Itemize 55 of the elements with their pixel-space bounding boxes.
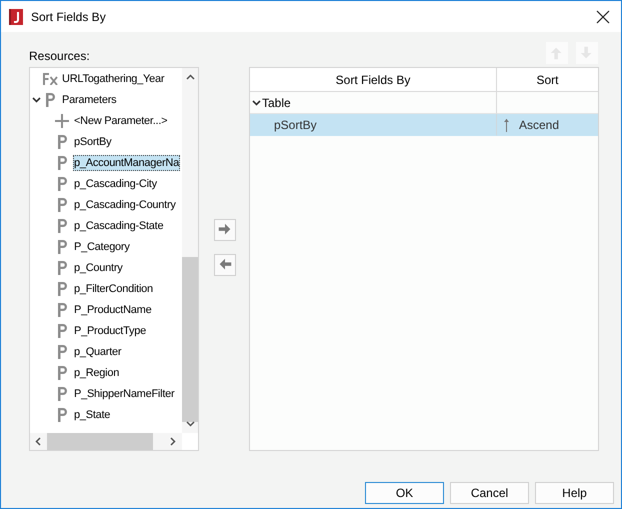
- tree-item[interactable]: p_AccountManagerNa: [73, 154, 180, 170]
- tree-item[interactable]: p_FilterCondition: [73, 280, 154, 296]
- tree-item[interactable]: P_Category: [73, 238, 131, 254]
- tree-item[interactable]: p_Region: [73, 364, 120, 380]
- add-field-button[interactable]: [214, 219, 236, 241]
- scrollbar-thumb[interactable]: [47, 433, 153, 450]
- resources-label: Resources:: [29, 49, 91, 63]
- dialog-button[interactable]: OK: [365, 482, 444, 504]
- tree-item[interactable]: P_ShipperNameFilter: [73, 386, 176, 402]
- arrow-up-icon: [503, 118, 510, 132]
- parameter-icon: [57, 408, 67, 422]
- tree-item[interactable]: P_ProductType: [73, 322, 147, 338]
- parameter-icon: [57, 302, 67, 316]
- scroll-down-icon[interactable]: [186, 421, 194, 427]
- tree-item[interactable]: p_Cascading-City: [73, 176, 158, 192]
- remove-field-button[interactable]: [214, 254, 236, 276]
- scroll-up-icon[interactable]: [186, 74, 194, 80]
- function-icon: [42, 72, 58, 84]
- parameter-icon: [57, 240, 67, 254]
- scroll-left-icon[interactable]: [35, 437, 41, 446]
- parameter-icon: [57, 260, 67, 274]
- parameter-icon: [57, 386, 67, 400]
- group-label: Table: [262, 96, 291, 110]
- chevron-down-icon[interactable]: [32, 96, 40, 102]
- tree-item[interactable]: p_State: [73, 406, 112, 422]
- tree-item[interactable]: p_Country: [73, 260, 124, 276]
- parameter-icon: [57, 218, 67, 232]
- tree-item[interactable]: pSortBy: [73, 134, 112, 150]
- tree-item[interactable]: p_Cascading-State: [73, 218, 164, 234]
- field-name: pSortBy: [274, 118, 317, 132]
- parameter-icon: [57, 282, 67, 296]
- parameter-icon: [57, 344, 67, 358]
- tree-item[interactable]: URLTogathering_Year: [61, 70, 166, 86]
- tree-item[interactable]: <New Parameter...>: [73, 112, 168, 128]
- parameter-icon: [57, 324, 67, 338]
- parameter-icon: [57, 156, 67, 170]
- close-icon[interactable]: [596, 10, 610, 24]
- parameter-icon: [57, 198, 67, 212]
- tree-item[interactable]: Parameters: [61, 92, 118, 108]
- parameter-icon: [57, 366, 67, 380]
- column-header[interactable]: Sort Fields By: [250, 68, 497, 92]
- app-logo-icon: [9, 8, 23, 24]
- parameter-icon: [45, 92, 55, 106]
- tree-item[interactable]: p_Quarter: [73, 344, 122, 360]
- dialog-button[interactable]: Cancel: [450, 482, 529, 504]
- parameter-icon: [57, 176, 67, 190]
- chevron-down-icon[interactable]: [252, 100, 261, 106]
- window-title: Sort Fields By: [31, 10, 107, 24]
- plus-icon: [55, 114, 69, 128]
- scrollbar-thumb[interactable]: [182, 257, 198, 422]
- scroll-right-icon[interactable]: [170, 437, 176, 446]
- dialog-button[interactable]: Help: [535, 482, 614, 504]
- tree-item[interactable]: P_ProductName: [73, 302, 152, 318]
- tree-item[interactable]: p_Cascading-Country: [73, 196, 177, 212]
- parameter-icon: [57, 134, 67, 148]
